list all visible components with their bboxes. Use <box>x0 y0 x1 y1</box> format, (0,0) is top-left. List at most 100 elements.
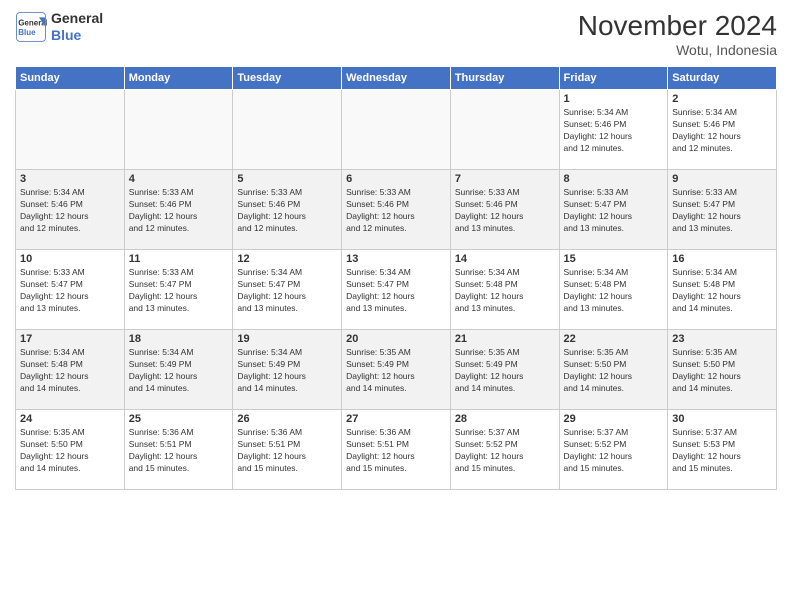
logo-icon: General Blue <box>15 11 47 43</box>
day-info: Sunrise: 5:33 AM Sunset: 5:47 PM Dayligh… <box>564 187 664 235</box>
day-info: Sunrise: 5:34 AM Sunset: 5:49 PM Dayligh… <box>129 347 229 395</box>
day-number: 24 <box>20 413 120 425</box>
day-number: 21 <box>455 333 555 345</box>
day-number: 29 <box>564 413 664 425</box>
col-friday: Friday <box>559 67 668 90</box>
table-row: 24 Sunrise: 5:35 AM Sunset: 5:50 PM Dayli… <box>16 410 125 490</box>
day-number: 14 <box>455 253 555 265</box>
day-info: Sunrise: 5:33 AM Sunset: 5:46 PM Dayligh… <box>237 187 337 235</box>
logo-text-line2: Blue <box>51 27 103 44</box>
calendar-week-row: 3Sunrise: 5:34 AM Sunset: 5:46 PM Daylig… <box>16 170 777 250</box>
table-row: 18 Sunrise: 5:34 AM Sunset: 5:49 PM Dayli… <box>124 330 233 410</box>
day-number: 12 <box>237 253 337 265</box>
day-number: 30 <box>672 413 772 425</box>
table-row: 25 Sunrise: 5:36 AM Sunset: 5:51 PM Dayli… <box>124 410 233 490</box>
calendar-title: November 2024 <box>578 10 777 42</box>
table-row: 29 Sunrise: 5:37 AM Sunset: 5:52 PM Dayli… <box>559 410 668 490</box>
day-number: 11 <box>129 253 229 265</box>
calendar-subtitle: Wotu, Indonesia <box>578 42 777 58</box>
day-info: Sunrise: 5:35 AM Sunset: 5:50 PM Dayligh… <box>20 427 120 475</box>
day-number: 3 <box>20 173 120 185</box>
day-info: Sunrise: 5:33 AM Sunset: 5:47 PM Dayligh… <box>20 267 120 315</box>
day-number: 23 <box>672 333 772 345</box>
day-info: Sunrise: 5:34 AM Sunset: 5:46 PM Dayligh… <box>672 107 772 155</box>
day-info: Sunrise: 5:34 AM Sunset: 5:48 PM Dayligh… <box>672 267 772 315</box>
day-info: Sunrise: 5:36 AM Sunset: 5:51 PM Dayligh… <box>129 427 229 475</box>
col-thursday: Thursday <box>450 67 559 90</box>
day-info: Sunrise: 5:37 AM Sunset: 5:53 PM Dayligh… <box>672 427 772 475</box>
day-number: 18 <box>129 333 229 345</box>
header: General Blue General Blue November 2024 … <box>15 10 777 58</box>
table-row: 20 Sunrise: 5:35 AM Sunset: 5:49 PM Dayli… <box>342 330 451 410</box>
table-row <box>16 90 125 170</box>
calendar-week-row: 1Sunrise: 5:34 AM Sunset: 5:46 PM Daylig… <box>16 90 777 170</box>
col-sunday: Sunday <box>16 67 125 90</box>
table-row: 22 Sunrise: 5:35 AM Sunset: 5:50 PM Dayli… <box>559 330 668 410</box>
table-row: 2 Sunrise: 5:34 AM Sunset: 5:46 PM Daylig… <box>668 90 777 170</box>
day-info: Sunrise: 5:34 AM Sunset: 5:48 PM Dayligh… <box>20 347 120 395</box>
table-row: 12 Sunrise: 5:34 AM Sunset: 5:47 PM Dayli… <box>233 250 342 330</box>
day-number: 13 <box>346 253 446 265</box>
day-info: Sunrise: 5:34 AM Sunset: 5:47 PM Dayligh… <box>237 267 337 315</box>
col-saturday: Saturday <box>668 67 777 90</box>
col-monday: Monday <box>124 67 233 90</box>
table-row <box>342 90 451 170</box>
day-number: 17 <box>20 333 120 345</box>
col-tuesday: Tuesday <box>233 67 342 90</box>
table-row: 9 Sunrise: 5:33 AM Sunset: 5:47 PM Daylig… <box>668 170 777 250</box>
day-number: 27 <box>346 413 446 425</box>
table-row: 16Sunrise: 5:34 AM Sunset: 5:48 PM Dayli… <box>668 250 777 330</box>
table-row: 28Sunrise: 5:37 AM Sunset: 5:52 PM Dayli… <box>450 410 559 490</box>
table-row: 6 Sunrise: 5:33 AM Sunset: 5:46 PM Daylig… <box>342 170 451 250</box>
day-info: Sunrise: 5:34 AM Sunset: 5:48 PM Dayligh… <box>564 267 664 315</box>
day-number: 2 <box>672 93 772 105</box>
table-row: 14 Sunrise: 5:34 AM Sunset: 5:48 PM Dayli… <box>450 250 559 330</box>
day-info: Sunrise: 5:35 AM Sunset: 5:50 PM Dayligh… <box>672 347 772 395</box>
day-number: 10 <box>20 253 120 265</box>
day-number: 22 <box>564 333 664 345</box>
table-row: 15Sunrise: 5:34 AM Sunset: 5:48 PM Dayli… <box>559 250 668 330</box>
day-number: 26 <box>237 413 337 425</box>
logo-text-line1: General <box>51 10 103 27</box>
table-row: 21Sunrise: 5:35 AM Sunset: 5:49 PM Dayli… <box>450 330 559 410</box>
day-number: 5 <box>237 173 337 185</box>
table-row: 19Sunrise: 5:34 AM Sunset: 5:49 PM Dayli… <box>233 330 342 410</box>
table-row: 1Sunrise: 5:34 AM Sunset: 5:46 PM Daylig… <box>559 90 668 170</box>
day-info: Sunrise: 5:34 AM Sunset: 5:48 PM Dayligh… <box>455 267 555 315</box>
day-info: Sunrise: 5:36 AM Sunset: 5:51 PM Dayligh… <box>237 427 337 475</box>
day-info: Sunrise: 5:36 AM Sunset: 5:51 PM Dayligh… <box>346 427 446 475</box>
table-row: 10 Sunrise: 5:33 AM Sunset: 5:47 PM Dayli… <box>16 250 125 330</box>
table-row: 8Sunrise: 5:33 AM Sunset: 5:47 PM Daylig… <box>559 170 668 250</box>
calendar-week-row: 10 Sunrise: 5:33 AM Sunset: 5:47 PM Dayli… <box>16 250 777 330</box>
table-row: 26 Sunrise: 5:36 AM Sunset: 5:51 PM Dayli… <box>233 410 342 490</box>
logo: General Blue General Blue <box>15 10 103 44</box>
table-row: 11 Sunrise: 5:33 AM Sunset: 5:47 PM Dayli… <box>124 250 233 330</box>
day-info: Sunrise: 5:33 AM Sunset: 5:46 PM Dayligh… <box>346 187 446 235</box>
day-number: 4 <box>129 173 229 185</box>
day-number: 25 <box>129 413 229 425</box>
day-number: 6 <box>346 173 446 185</box>
table-row: 5 Sunrise: 5:33 AM Sunset: 5:46 PM Daylig… <box>233 170 342 250</box>
table-row: 3Sunrise: 5:34 AM Sunset: 5:46 PM Daylig… <box>16 170 125 250</box>
calendar-table: Sunday Monday Tuesday Wednesday Thursday… <box>15 66 777 490</box>
col-wednesday: Wednesday <box>342 67 451 90</box>
day-info: Sunrise: 5:34 AM Sunset: 5:47 PM Dayligh… <box>346 267 446 315</box>
day-info: Sunrise: 5:33 AM Sunset: 5:46 PM Dayligh… <box>129 187 229 235</box>
day-info: Sunrise: 5:34 AM Sunset: 5:49 PM Dayligh… <box>237 347 337 395</box>
table-row: 23 Sunrise: 5:35 AM Sunset: 5:50 PM Dayli… <box>668 330 777 410</box>
day-info: Sunrise: 5:37 AM Sunset: 5:52 PM Dayligh… <box>564 427 664 475</box>
table-row: 27 Sunrise: 5:36 AM Sunset: 5:51 PM Dayli… <box>342 410 451 490</box>
table-row: 13 Sunrise: 5:34 AM Sunset: 5:47 PM Dayli… <box>342 250 451 330</box>
title-block: November 2024 Wotu, Indonesia <box>578 10 777 58</box>
page: General Blue General Blue November 2024 … <box>0 0 792 612</box>
day-info: Sunrise: 5:37 AM Sunset: 5:52 PM Dayligh… <box>455 427 555 475</box>
day-info: Sunrise: 5:34 AM Sunset: 5:46 PM Dayligh… <box>564 107 664 155</box>
day-number: 20 <box>346 333 446 345</box>
table-row: 30 Sunrise: 5:37 AM Sunset: 5:53 PM Dayli… <box>668 410 777 490</box>
day-number: 9 <box>672 173 772 185</box>
day-info: Sunrise: 5:33 AM Sunset: 5:47 PM Dayligh… <box>129 267 229 315</box>
calendar-week-row: 24 Sunrise: 5:35 AM Sunset: 5:50 PM Dayli… <box>16 410 777 490</box>
day-info: Sunrise: 5:35 AM Sunset: 5:49 PM Dayligh… <box>346 347 446 395</box>
day-info: Sunrise: 5:35 AM Sunset: 5:50 PM Dayligh… <box>564 347 664 395</box>
day-info: Sunrise: 5:33 AM Sunset: 5:47 PM Dayligh… <box>672 187 772 235</box>
